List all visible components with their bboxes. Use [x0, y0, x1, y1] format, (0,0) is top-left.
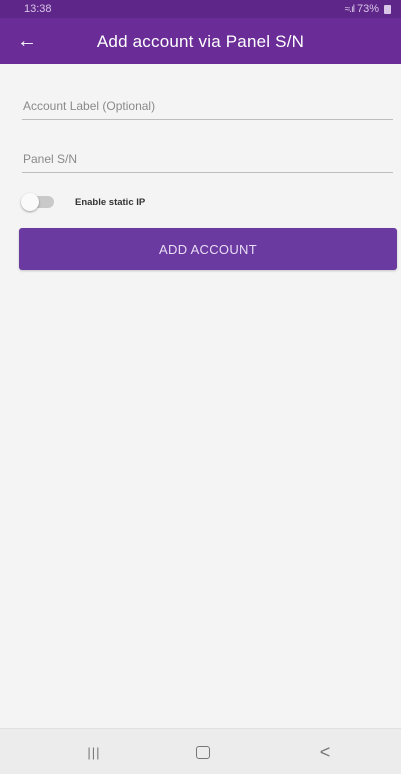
add-account-button[interactable]: ADD ACCOUNT	[19, 228, 397, 270]
panel-sn-input[interactable]	[22, 145, 393, 172]
page-title: Add account via Panel S/N	[96, 32, 305, 51]
header: 13:38 ≈.ıl 73% ← Add account via Panel S…	[0, 0, 401, 64]
status-bar: 13:38 ≈.ıl 73%	[0, 0, 401, 18]
battery-percent: 73%	[356, 3, 379, 15]
account-label-input[interactable]	[22, 92, 393, 119]
home-shape	[196, 745, 210, 759]
system-nav-bar: ||| <	[0, 728, 401, 774]
status-indicators: ≈.ıl 73%	[345, 3, 391, 15]
wifi-signal-icon: ≈.ıl	[344, 3, 355, 15]
home-icon[interactable]	[183, 739, 223, 765]
recents-icon[interactable]: |||	[74, 739, 114, 765]
panel-sn-field[interactable]	[22, 145, 393, 173]
app-bar: ← Add account via Panel S/N	[0, 18, 401, 64]
back-nav-icon[interactable]: <	[305, 739, 345, 765]
screen: 13:38 ≈.ıl 73% ← Add account via Panel S…	[0, 0, 401, 774]
static-ip-row: Enable static IP	[21, 192, 146, 212]
static-ip-toggle[interactable]	[21, 193, 54, 211]
static-ip-label: Enable static IP	[75, 196, 146, 208]
status-time: 13:38	[24, 3, 52, 15]
toggle-knob	[21, 193, 39, 211]
account-label-field[interactable]	[22, 92, 393, 120]
battery-icon	[384, 4, 391, 14]
